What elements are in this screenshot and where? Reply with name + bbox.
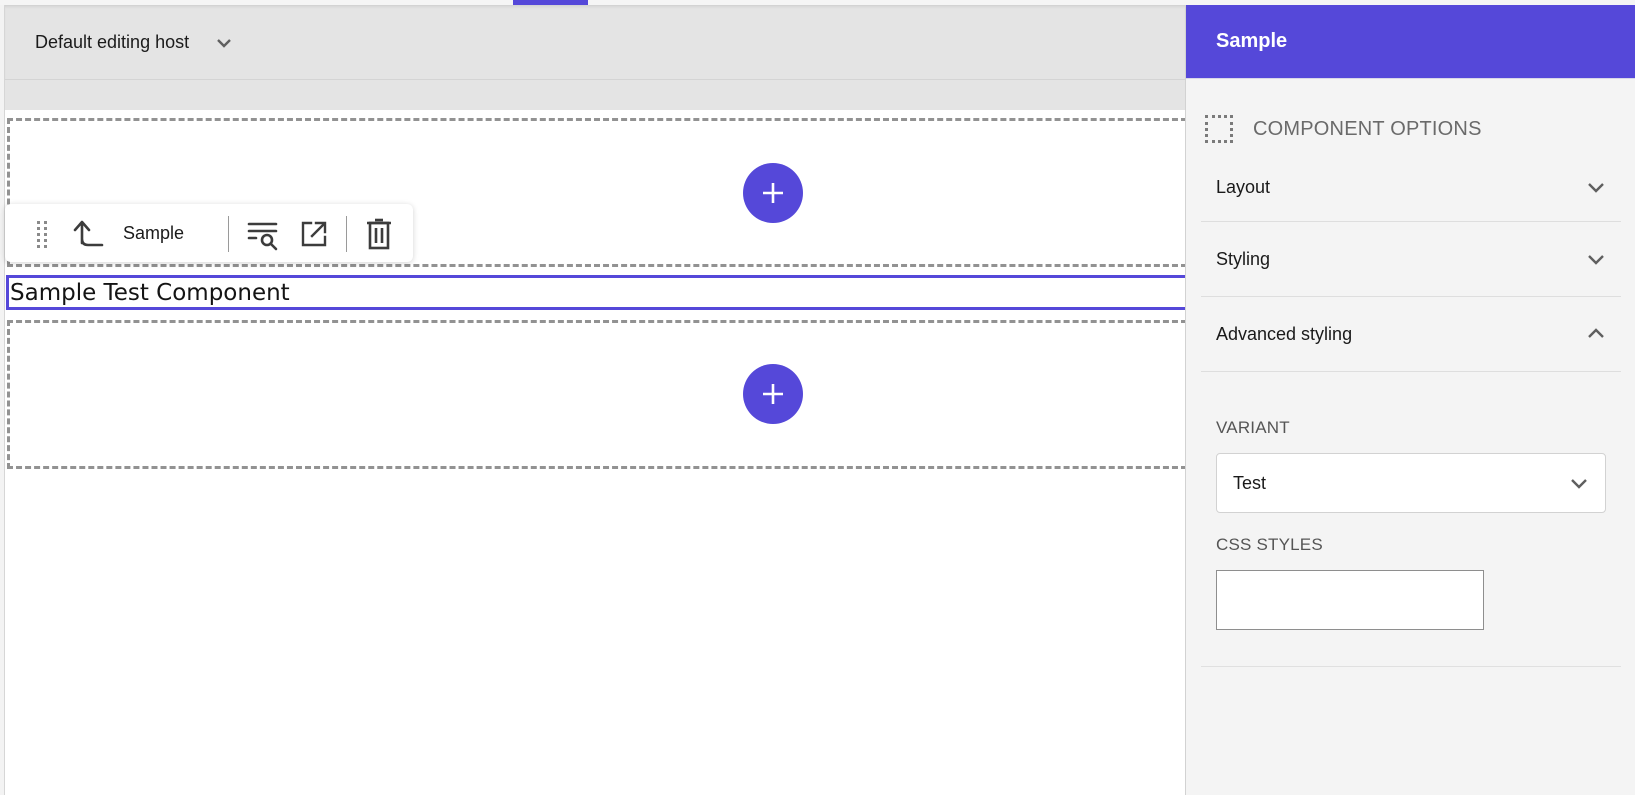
toolbar-component-name: Sample [123, 222, 185, 243]
component-options-heading: COMPONENT OPTIONS [1205, 115, 1482, 143]
chevron-down-icon [1588, 255, 1604, 265]
panel-title: Sample [1216, 30, 1288, 52]
accordion-label: Layout [1216, 176, 1271, 197]
placeholder-zone-bottom[interactable] [7, 320, 1187, 469]
variant-dropdown[interactable]: Test [1216, 453, 1606, 513]
css-styles-input[interactable] [1216, 570, 1484, 630]
variant-value: Test [1233, 472, 1267, 493]
add-component-button-bottom[interactable] [743, 364, 803, 424]
editing-host-label: Default editing host [35, 32, 190, 52]
toolbar-divider [228, 216, 229, 252]
plus-icon [763, 183, 783, 203]
component-dotted-square-icon [1205, 115, 1233, 143]
panel-header: Sample [1186, 5, 1635, 79]
component-options-label: COMPONENT OPTIONS [1253, 117, 1482, 140]
delete-icon[interactable] [362, 217, 396, 251]
add-component-button-top[interactable] [743, 163, 803, 223]
drag-handle-icon[interactable] [32, 219, 52, 249]
selected-component[interactable]: Sample Test Component [6, 275, 1186, 310]
open-external-icon[interactable] [297, 217, 331, 251]
chevron-down-icon [1571, 479, 1587, 489]
editor-header: Default editing host [5, 5, 1185, 80]
panel-divider [1201, 666, 1621, 667]
variant-label: VARIANT [1216, 418, 1290, 437]
accordion-label: Styling [1216, 248, 1271, 269]
editing-host-dropdown[interactable]: Default editing host [35, 5, 233, 80]
toolbar-divider [346, 216, 347, 252]
plus-icon [763, 384, 783, 404]
accordion-styling[interactable]: Styling [1201, 222, 1621, 297]
chevron-down-icon [217, 38, 231, 48]
chevron-up-icon [1588, 328, 1604, 338]
accordion-advanced-styling[interactable]: Advanced styling [1201, 297, 1621, 372]
accordion-layout[interactable]: Layout [1201, 153, 1621, 222]
explore-icon[interactable] [246, 217, 280, 251]
component-text[interactable]: Sample Test Component [9, 280, 290, 306]
css-styles-label: CSS STYLES [1216, 535, 1323, 554]
select-parent-arrow-icon[interactable] [72, 217, 108, 249]
properties-panel: Sample COMPONENT OPTIONS Layout Styling … [1185, 5, 1635, 795]
editor-subheader [5, 80, 1185, 110]
page-editor: Default editing host Sample Test Compone… [0, 0, 1635, 795]
component-toolbar: Sample [5, 204, 413, 262]
chevron-down-icon [1588, 183, 1604, 193]
accordion-label: Advanced styling [1216, 323, 1353, 344]
